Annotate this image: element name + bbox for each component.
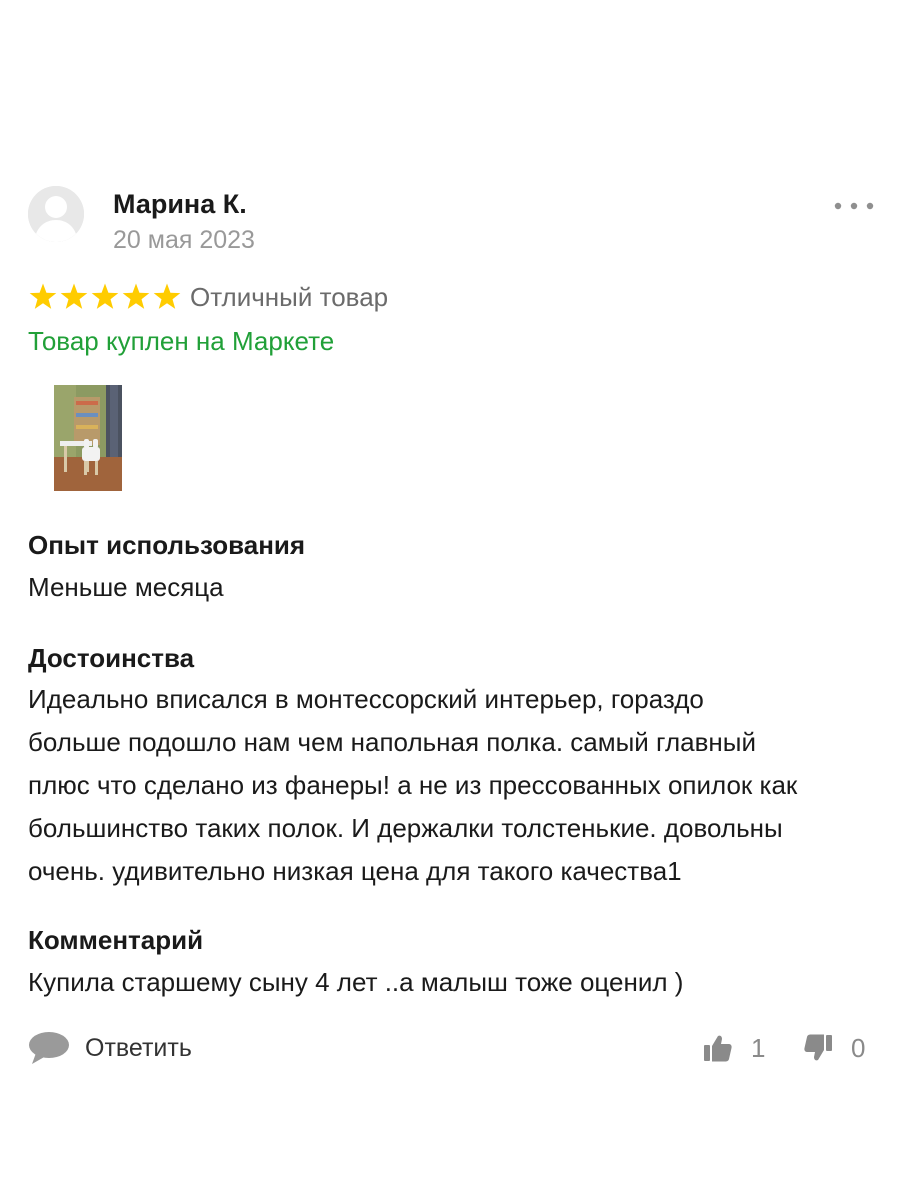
star-icon (91, 283, 119, 309)
pros-title: Достоинства (28, 643, 195, 673)
pros-text: Идеально вписался в монтессорский интерь… (28, 678, 878, 893)
pros-text-line: больше подошло нам чем напольная полка. … (28, 727, 756, 757)
rating-stars (28, 282, 183, 312)
review-card: Марина К. 20 мая 2023 Отличный товар Тов… (0, 0, 900, 1200)
reply-label: Ответить (85, 1033, 192, 1062)
star-icon (122, 283, 150, 309)
avatar[interactable] (28, 186, 84, 242)
thumbs-up-icon (704, 1035, 732, 1062)
user-silhouette-icon (28, 186, 84, 242)
review-photo-thumbnail[interactable] (54, 385, 122, 491)
comment-text: Купила старшему сыну 4 лет ..а малыш тож… (28, 961, 878, 1004)
review-photo (54, 385, 122, 491)
comment-text-line: Купила старшему сыну 4 лет ..а малыш тож… (28, 967, 684, 997)
comment-title: Комментарий (28, 925, 204, 955)
review-date: 20 мая 2023 (113, 226, 255, 254)
star-icon (153, 283, 181, 309)
experience-title: Опыт использования (28, 530, 306, 560)
experience-text: Меньше месяца (28, 566, 878, 609)
rating-row: Отличный товар (28, 280, 388, 314)
pros-text-line: Идеально вписался в монтессорский интерь… (28, 684, 704, 714)
star-icon (29, 283, 57, 309)
rating-label: Отличный товар (190, 281, 389, 312)
dislike-count: 0 (851, 1032, 866, 1063)
author-name[interactable]: Марина К. (113, 189, 247, 220)
speech-bubble-icon (29, 1032, 69, 1064)
reply-button[interactable]: Ответить (28, 1030, 192, 1066)
purchase-badge: Товар куплен на Маркете (28, 326, 335, 356)
pros-text-line: плюс что сделано из фанеры! а не из прес… (28, 770, 798, 800)
thumbs-down-icon (804, 1034, 832, 1061)
more-dots-icon (834, 202, 874, 210)
more-options-button[interactable] (832, 192, 878, 220)
like-button[interactable]: 1 (703, 1030, 765, 1066)
pros-text-line: большинство таких полок. И держалки толс… (28, 813, 783, 843)
dislike-button[interactable]: 0 (803, 1030, 865, 1066)
pros-text-line: очень. удивительно низкая цена для таког… (28, 856, 682, 886)
experience-text-line: Меньше месяца (28, 572, 224, 602)
star-icon (60, 283, 88, 309)
like-count: 1 (751, 1032, 766, 1063)
